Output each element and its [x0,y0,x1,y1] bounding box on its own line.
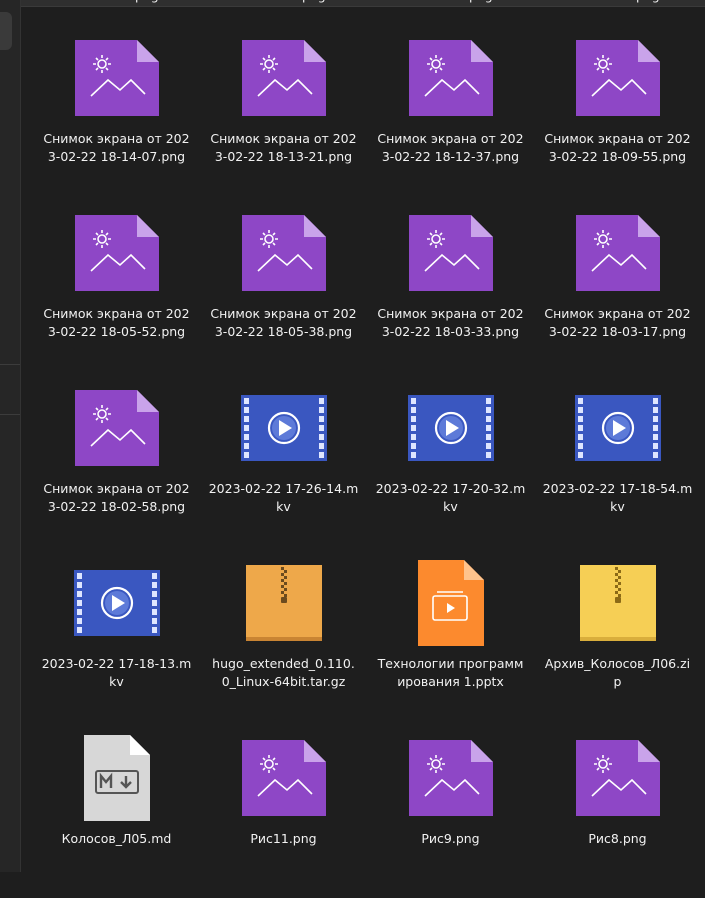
file-item[interactable]: Снимок экрана от 2023-02-22 18-03-33.png [367,198,534,373]
file-name: Снимок экрана от 2023-02-22 18-03-33.png [377,306,524,339]
image-file-icon [238,732,330,824]
file-name: 18-16-38.png [376,0,526,5]
file-name: Снимок экрана от 2023-02-22 18-02-58.png [43,481,190,514]
file-name: hugo_extended_0.110.0_Linux-64bit.tar.gz [212,656,355,689]
file-name: Технологии программирования 1.pptx [377,656,524,689]
file-item[interactable]: Технологии программирования 1.pptx [367,548,534,723]
file-item[interactable]: 18-15-09.png [534,0,701,5]
file-item[interactable]: 2023-02-22 17-18-13.mkv [33,548,200,723]
image-file-icon [572,207,664,299]
file-item[interactable]: 2023-02-22 17-20-32.mkv [367,373,534,548]
file-name: Снимок экрана от 2023-02-22 18-12-37.png [377,131,524,164]
file-name: Рис8.png [588,831,647,846]
image-file-icon [405,32,497,124]
image-file-icon [405,207,497,299]
file-name: Снимок экрана от 2023-02-22 18-03-17.png [544,306,691,339]
file-grid: 18-17-24.png 18-17-00.png 18-16-38.png [33,0,705,898]
file-name: Снимок экрана от 2023-02-22 18-09-55.png [544,131,691,164]
video-file-icon [71,557,163,649]
sidebar [0,0,21,872]
file-item[interactable]: Архив_Колосов_Л06.zip [534,548,701,723]
archive-file-icon [238,557,330,649]
video-file-icon [405,382,497,474]
markdown-file-icon [71,732,163,824]
file-item[interactable]: Снимок экрана от 2023-02-22 18-03-17.png [534,198,701,373]
file-name: Рис9.png [421,831,480,846]
file-name: Снимок экрана от 2023-02-22 18-14-07.png [43,131,190,164]
file-name: 2023-02-22 17-18-54.mkv [542,481,693,514]
file-name: Колосов_Л05.md [61,831,172,846]
image-file-icon [238,32,330,124]
image-file-icon [238,207,330,299]
file-item[interactable]: 2023-02-22 17-26-14.mkv [200,373,367,548]
file-item[interactable]: Снимок экрана от 2023-02-22 18-14-07.png [33,23,200,198]
sidebar-divider [0,364,20,365]
image-file-icon [71,32,163,124]
file-name: 18-17-24.png [42,0,192,5]
video-file-icon [572,382,664,474]
file-name: 2023-02-22 17-26-14.mkv [208,481,359,514]
presentation-file-icon [405,557,497,649]
file-item[interactable]: Снимок экрана от 2023-02-22 18-13-21.png [200,23,367,198]
sidebar-divider [0,414,20,415]
file-name: 18-15-09.png [543,0,693,5]
file-name: Архив_Колосов_Л06.zip [544,656,691,689]
image-file-icon [71,207,163,299]
file-name: 2023-02-22 17-20-32.mkv [375,481,526,514]
file-name: Снимок экрана от 2023-02-22 18-13-21.png [210,131,357,164]
file-name: Снимок экрана от 2023-02-22 18-05-38.png [210,306,357,339]
image-file-icon [572,732,664,824]
sidebar-selected-item[interactable] [0,12,12,50]
file-item[interactable]: Снимок экрана от 2023-02-22 18-05-38.png [200,198,367,373]
zip-file-icon [572,557,664,649]
file-item[interactable]: 18-16-38.png [367,0,534,5]
image-file-icon [71,382,163,474]
file-item[interactable]: hugo_extended_0.110.0_Linux-64bit.tar.gz [200,548,367,723]
file-item[interactable]: Снимок экрана от 2023-02-22 18-05-52.png [33,198,200,373]
file-name: 2023-02-22 17-18-13.mkv [41,656,192,689]
file-name: 18-17-00.png [209,0,359,5]
image-file-icon [405,732,497,824]
file-item[interactable]: Снимок экрана от 2023-02-22 18-12-37.png [367,23,534,198]
file-item[interactable]: 18-17-24.png [33,0,200,5]
file-item[interactable]: 2023-02-22 17-18-54.mkv [534,373,701,548]
image-file-icon [572,32,664,124]
file-name: Рис11.png [250,831,317,846]
video-file-icon [238,382,330,474]
file-item[interactable]: 18-17-00.png [200,0,367,5]
file-item[interactable]: Снимок экрана от 2023-02-22 18-02-58.png [33,373,200,548]
file-name: Снимок экрана от 2023-02-22 18-05-52.png [43,306,190,339]
file-item[interactable]: Снимок экрана от 2023-02-22 18-09-55.png [534,23,701,198]
